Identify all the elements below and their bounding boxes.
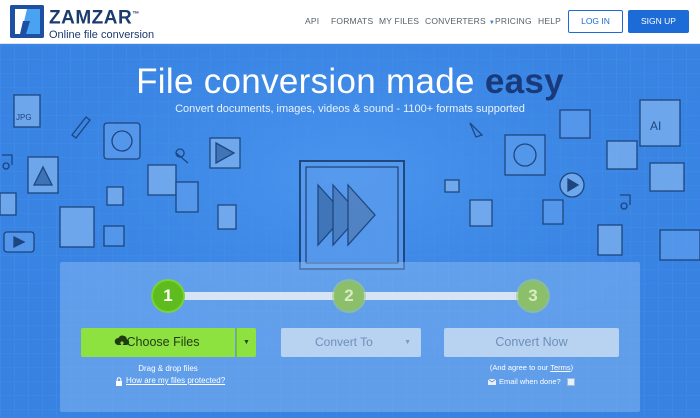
site-header: ZAMZAR™ Online file conversion API FORMA… [0,0,700,44]
agree-terms-text: (And agree to our Terms) [489,363,574,372]
convert-now-button[interactable]: Convert Now [444,328,619,357]
brand-tagline: Online file conversion [49,29,155,42]
choose-files-dropdown[interactable]: ▼ [236,328,256,357]
chevron-down-icon: ▼ [404,339,411,346]
files-protected-link[interactable]: How are my files protected? [114,376,225,385]
step-2-indicator: 2 [334,281,364,311]
email-when-done-checkbox[interactable] [567,378,575,386]
hero-subtitle: Convert documents, images, videos & soun… [175,103,525,115]
nav-formats[interactable]: FORMATS [331,16,373,26]
nav-converters-label: CONVERTERS [425,16,486,26]
nav-my-files[interactable]: MY FILES [379,16,419,26]
nav-help[interactable]: HELP [538,16,561,26]
brand[interactable]: ZAMZAR™ Online file conversion [49,5,154,42]
brand-name: ZAMZAR™ [49,7,140,29]
upload-cloud-icon [114,335,130,348]
drag-drop-hint: Drag & drop files [138,364,198,373]
step-1-indicator: 1 [153,281,183,311]
login-button[interactable]: LOG IN [568,10,623,33]
choose-files-button[interactable]: Choose Files [81,328,235,357]
nav-api[interactable]: API [305,16,319,26]
hero-title-accent: easy [484,62,564,101]
files-protected-label: How are my files protected? [126,376,226,385]
email-when-done-label: Email when done? [499,377,561,386]
convert-to-select[interactable]: Convert To ▼ [281,328,421,357]
svg-text:AI: AI [650,119,661,133]
zamzar-logo[interactable] [10,5,44,38]
chevron-down-icon: ▼ [243,339,250,346]
nav-converters[interactable]: CONVERTERS ▼ [425,16,495,26]
nav-pricing[interactable]: PRICING [495,16,532,26]
step-3-indicator: 3 [518,281,548,311]
signup-button[interactable]: SIGN UP [628,10,689,33]
convert-to-label: Convert To [315,335,373,349]
hero-title: File conversion made easy [136,62,564,101]
terms-link[interactable]: Terms [550,363,570,372]
